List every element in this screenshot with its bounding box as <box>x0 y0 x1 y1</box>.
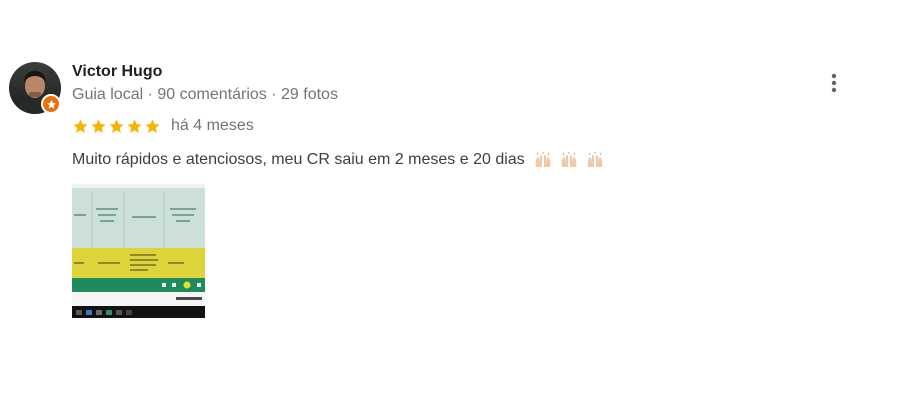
star-icon <box>145 118 160 133</box>
review-timestamp: há 4 meses <box>171 117 254 134</box>
review-photo[interactable] <box>72 184 205 318</box>
more-vert-icon <box>831 73 837 93</box>
meta-separator: · <box>271 86 277 103</box>
meta-separator: · <box>147 86 153 103</box>
review-photo-image <box>72 184 205 318</box>
author-photo-count: 29 fotos <box>281 86 338 103</box>
emoji-group <box>533 151 605 169</box>
local-guide-star-icon <box>46 99 56 109</box>
star-icon <box>91 118 106 133</box>
author-role: Guia local <box>72 86 144 103</box>
raising-hands-emoji <box>535 152 551 167</box>
raising-hands-emoji <box>587 152 603 167</box>
star-icon <box>109 118 124 133</box>
review-body: Muito rápidos e atenciosos, meu CR saiu … <box>72 149 605 171</box>
star-rating <box>72 118 161 135</box>
more-options-button[interactable] <box>822 70 846 96</box>
author-review-count: 90 comentários <box>157 86 267 103</box>
star-icon <box>73 118 88 133</box>
rating-row: há 4 meses <box>72 115 254 137</box>
author-name[interactable]: Victor Hugo <box>72 62 162 82</box>
review-card: Victor Hugo Guia local · 90 comentários … <box>0 0 900 400</box>
local-guide-badge <box>41 94 61 114</box>
review-text: Muito rápidos e atenciosos, meu CR saiu … <box>72 151 525 168</box>
author-meta: Guia local · 90 comentários · 29 fotos <box>72 85 338 105</box>
raising-hands-emoji <box>561 152 577 167</box>
star-icon <box>127 118 142 133</box>
